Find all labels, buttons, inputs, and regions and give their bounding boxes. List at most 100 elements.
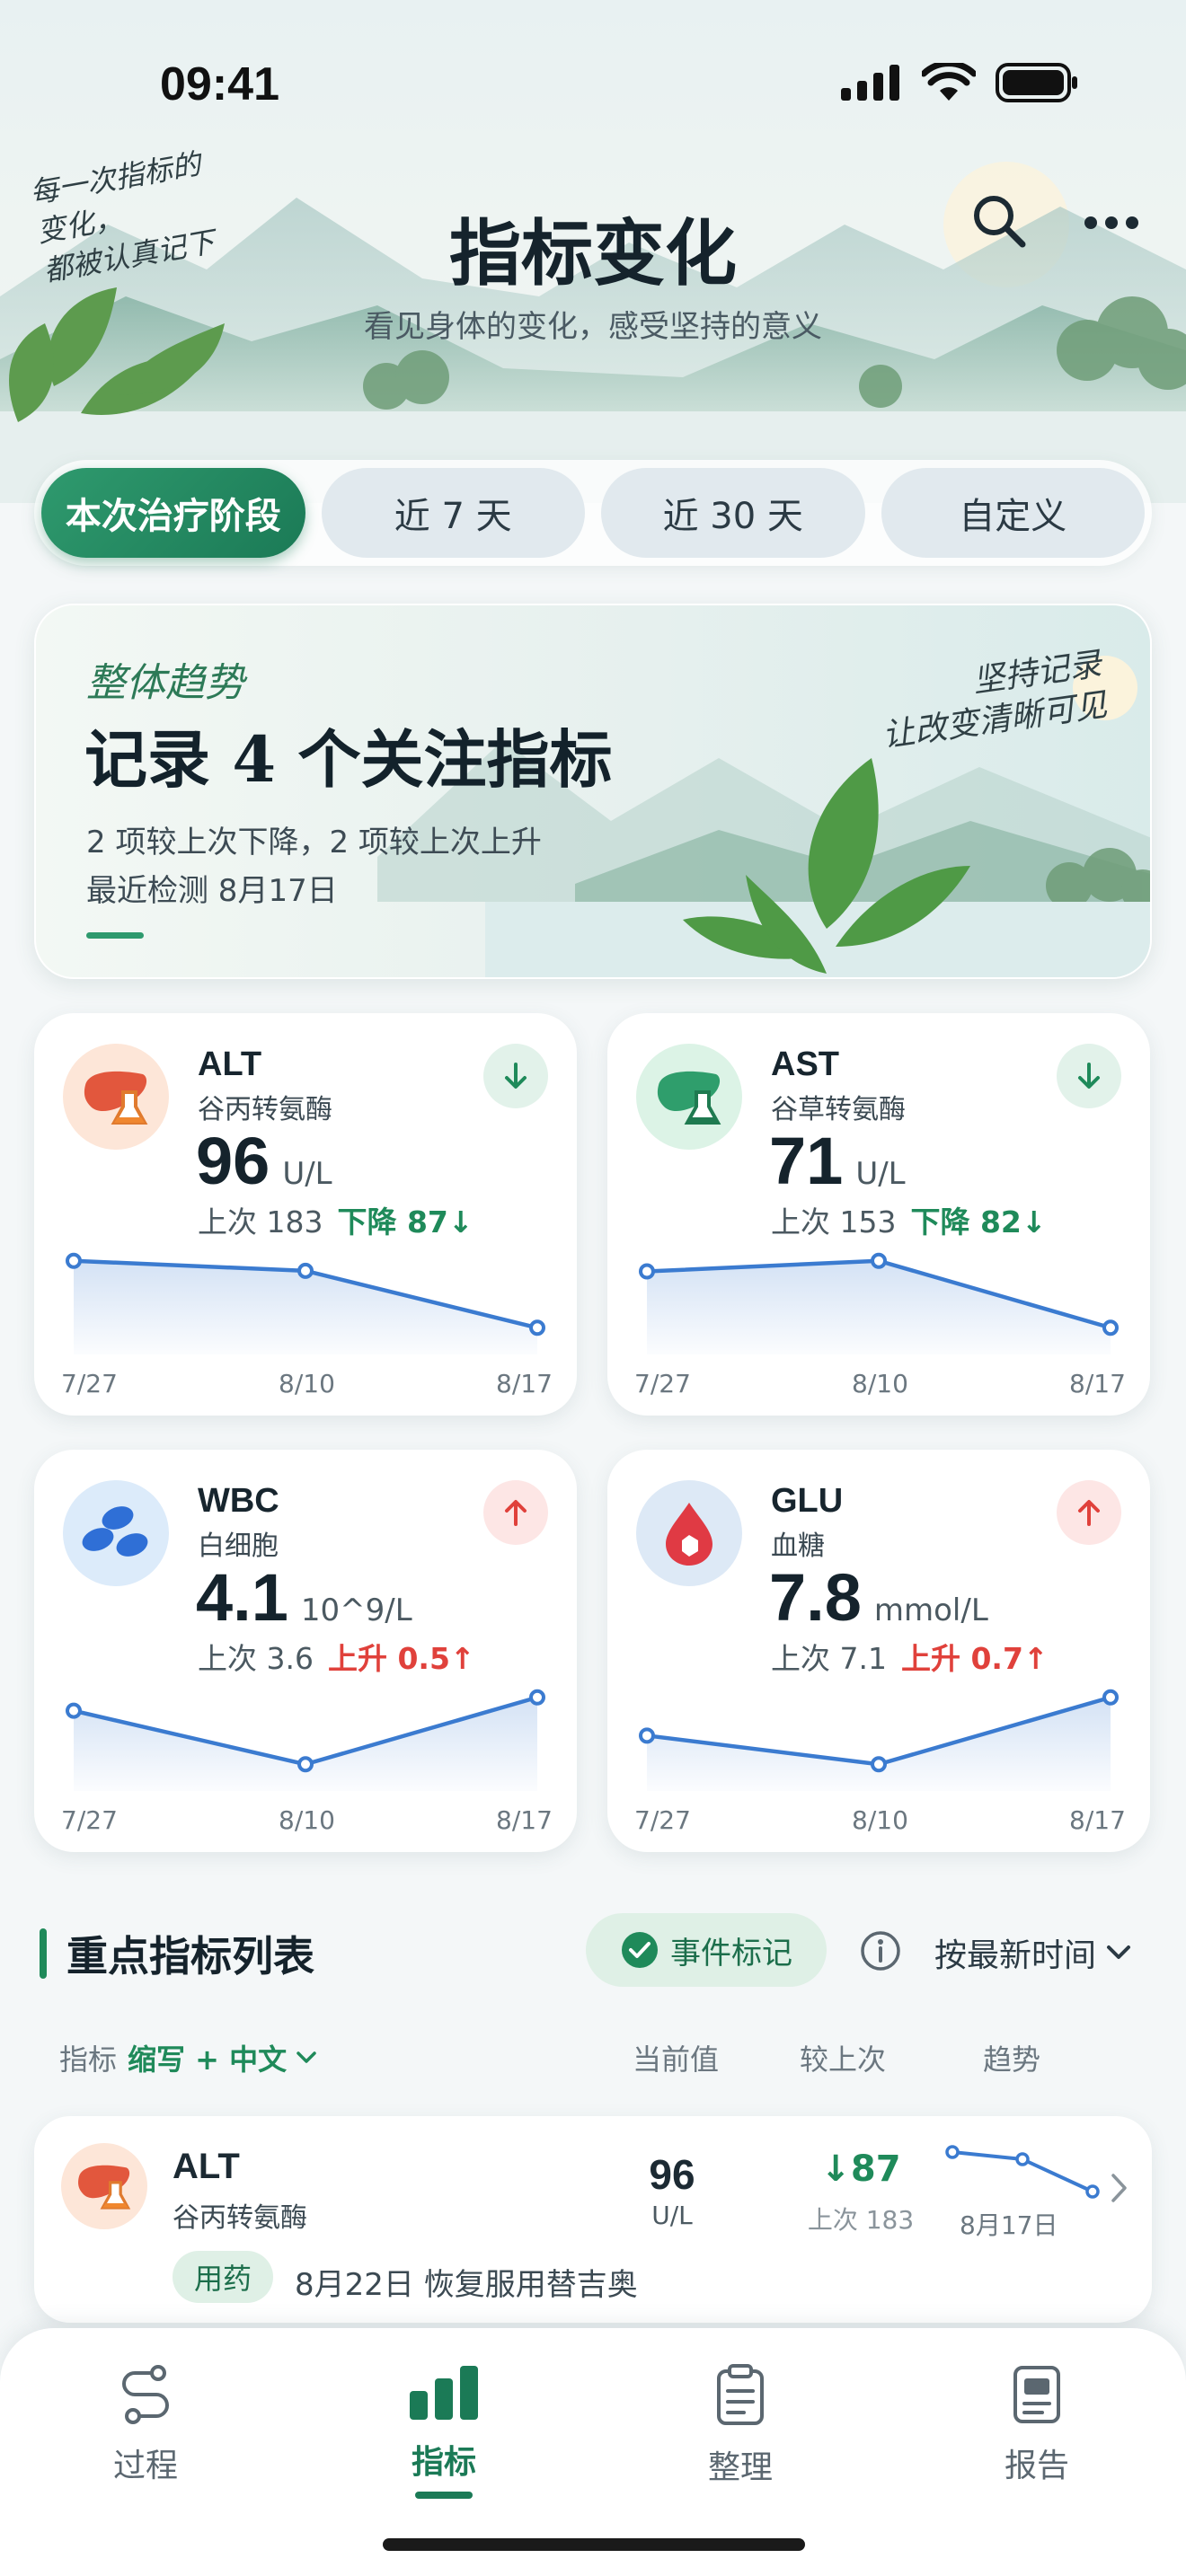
metric-compare-row: 上次 3.6 上升 0.5↑ <box>198 1635 475 1678</box>
info-icon <box>861 1931 900 1971</box>
info-button[interactable] <box>859 1929 902 1976</box>
nav-item-process[interactable]: 过程 <box>56 2364 235 2486</box>
metric-value-row: 96 U/L <box>196 1123 332 1199</box>
metric-delta: 上升 0.7↑ <box>900 1641 1049 1676</box>
sparkline-point <box>871 1756 887 1773</box>
trend-down-badge <box>483 1044 548 1108</box>
indicator-display-mode[interactable]: 缩写 + 中文 <box>128 2037 317 2078</box>
sort-label: 按最新时间 <box>934 1937 1097 1974</box>
row-unit: U/L <box>651 2201 693 2230</box>
row-delta: ↓87 <box>820 2148 901 2190</box>
row-code: ALT <box>173 2147 240 2186</box>
sparkline-point <box>297 1262 314 1279</box>
row-date: 8月17日 <box>960 2210 1058 2240</box>
banner-kicker: 整体趋势 <box>86 660 244 706</box>
metric-card-glu[interactable]: GLU 血糖 7.8 mmol/L 上次 7.1 上升 0.7↑ 7/27 8/… <box>607 1450 1150 1852</box>
metric-card-ast[interactable]: AST 谷草转氨酶 71 U/L 上次 153 下降 82↓ 7/27 8/10… <box>607 1013 1150 1416</box>
metric-name: 白细胞 <box>198 1531 279 1562</box>
metric-name: 谷草转氨酶 <box>771 1094 906 1125</box>
metric-card-wbc[interactable]: WBC 白细胞 4.1 10^9/L 上次 3.6 上升 0.5↑ 7/27 8… <box>34 1450 577 1852</box>
sparkline <box>639 1252 1119 1354</box>
metric-compare-row: 上次 153 下降 82↓ <box>771 1198 1047 1241</box>
liver-flask-icon <box>657 1071 721 1125</box>
tab-custom[interactable]: 自定义 <box>881 468 1145 558</box>
blood-drop-icon <box>636 1480 742 1586</box>
arrow-up-icon <box>1078 1500 1100 1526</box>
battery-icon <box>996 63 1077 102</box>
x-label: 8/17 <box>496 1805 553 1835</box>
metric-prev: 上次 183 <box>198 1204 323 1239</box>
metric-unit: 10^9/L <box>300 1592 412 1628</box>
metric-code: AST <box>771 1045 839 1083</box>
sparkline-point <box>66 1252 82 1269</box>
search-icon <box>974 196 1026 248</box>
metric-value-row: 71 U/L <box>769 1123 906 1199</box>
column-current: 当前值 <box>633 2042 720 2077</box>
tab-7-days[interactable]: 近 7 天 <box>321 468 585 558</box>
search-button[interactable] <box>970 192 1028 253</box>
tab-30-days[interactable]: 近 30 天 <box>601 468 865 558</box>
nav-item-indicators[interactable]: 指标 <box>354 2364 534 2499</box>
x-label: 7/27 <box>61 1805 118 1835</box>
active-tab-indicator <box>415 2492 473 2499</box>
section-marker <box>40 1928 47 1979</box>
liver-flask-icon <box>84 1071 148 1125</box>
x-label: 8/10 <box>279 1805 335 1835</box>
x-label: 8/17 <box>496 1369 553 1398</box>
sort-dropdown[interactable]: 按最新时间 <box>934 1929 1132 1976</box>
metric-value: 96 <box>196 1124 270 1198</box>
row-name: 谷丙转氨酶 <box>173 2202 307 2234</box>
sparkline-point <box>639 1263 655 1280</box>
x-label: 7/27 <box>634 1369 691 1398</box>
x-label: 8/17 <box>1069 1369 1126 1398</box>
metric-value-row: 7.8 mmol/L <box>769 1559 988 1636</box>
column-trend: 趋势 <box>983 2042 1041 2077</box>
tab-current-phase[interactable]: 本次治疗阶段 <box>41 468 305 558</box>
metric-code: WBC <box>198 1482 279 1520</box>
wifi-icon <box>922 63 976 101</box>
chevron-right-icon <box>1111 2174 1127 2202</box>
blood-drop-icon-graphic <box>666 1503 712 1566</box>
list-item[interactable]: ALT 谷丙转氨酶 96 U/L ↓87 上次 183 8月17日 用药 8月2… <box>34 2116 1152 2323</box>
chevron-down-icon <box>296 2051 316 2063</box>
liver-icon <box>61 2143 147 2229</box>
metric-unit: mmol/L <box>873 1592 988 1628</box>
metric-name: 谷丙转氨酶 <box>198 1094 332 1125</box>
banner-change-summary: 2 项较上次下降，2 项较上次上升 <box>86 825 542 860</box>
metric-unit: U/L <box>855 1156 906 1192</box>
metric-delta: 下降 82↓ <box>910 1204 1047 1239</box>
x-label: 8/10 <box>852 1369 908 1398</box>
metric-card-alt[interactable]: ALT 谷丙转氨酶 96 U/L 上次 183 下降 87↓ 7/27 8/10… <box>34 1013 577 1416</box>
metric-name: 血糖 <box>771 1531 825 1562</box>
sparkline <box>66 1252 545 1354</box>
nav-item-organize[interactable]: 整理 <box>651 2364 830 2488</box>
sparkline-point <box>639 1727 655 1744</box>
sparkline <box>66 1689 545 1791</box>
metric-delta: 上升 0.5↑ <box>327 1641 475 1676</box>
medication-tag: 用药 <box>173 2251 274 2303</box>
x-label: 8/10 <box>852 1805 908 1835</box>
metric-value-row: 4.1 10^9/L <box>196 1559 412 1636</box>
trend-up-badge <box>483 1480 548 1545</box>
banner-title: 记录 4 个关注指标 <box>84 722 613 797</box>
row-sparkline <box>945 2145 1100 2199</box>
metric-value: 71 <box>769 1124 844 1198</box>
home-indicator <box>383 2538 805 2551</box>
banner-last-test: 最近检测 8月17日 <box>86 873 338 909</box>
banner-accent-bar <box>86 932 144 939</box>
more-button[interactable] <box>1084 212 1139 237</box>
metric-unit: U/L <box>282 1156 332 1192</box>
sparkline-point <box>529 1319 545 1337</box>
x-label: 8/10 <box>279 1369 335 1398</box>
sparkline-point <box>529 1689 545 1706</box>
metric-code: ALT <box>198 1045 262 1083</box>
event-marker-toggle[interactable]: 事件标记 <box>586 1913 827 1987</box>
cellular-signal-icon <box>841 65 899 101</box>
nav-item-report[interactable]: 报告 <box>947 2364 1127 2486</box>
arrow-down-icon <box>505 1063 527 1089</box>
page-subtitle: 看见身体的变化，感受坚持的意义 <box>364 309 822 345</box>
arrow-up-icon <box>505 1500 527 1526</box>
blood-cells-icon-graphic <box>82 1506 148 1557</box>
period-tabs: 本次治疗阶段 近 7 天 近 30 天 自定义 <box>34 460 1152 566</box>
sparkline-point <box>871 1252 887 1269</box>
